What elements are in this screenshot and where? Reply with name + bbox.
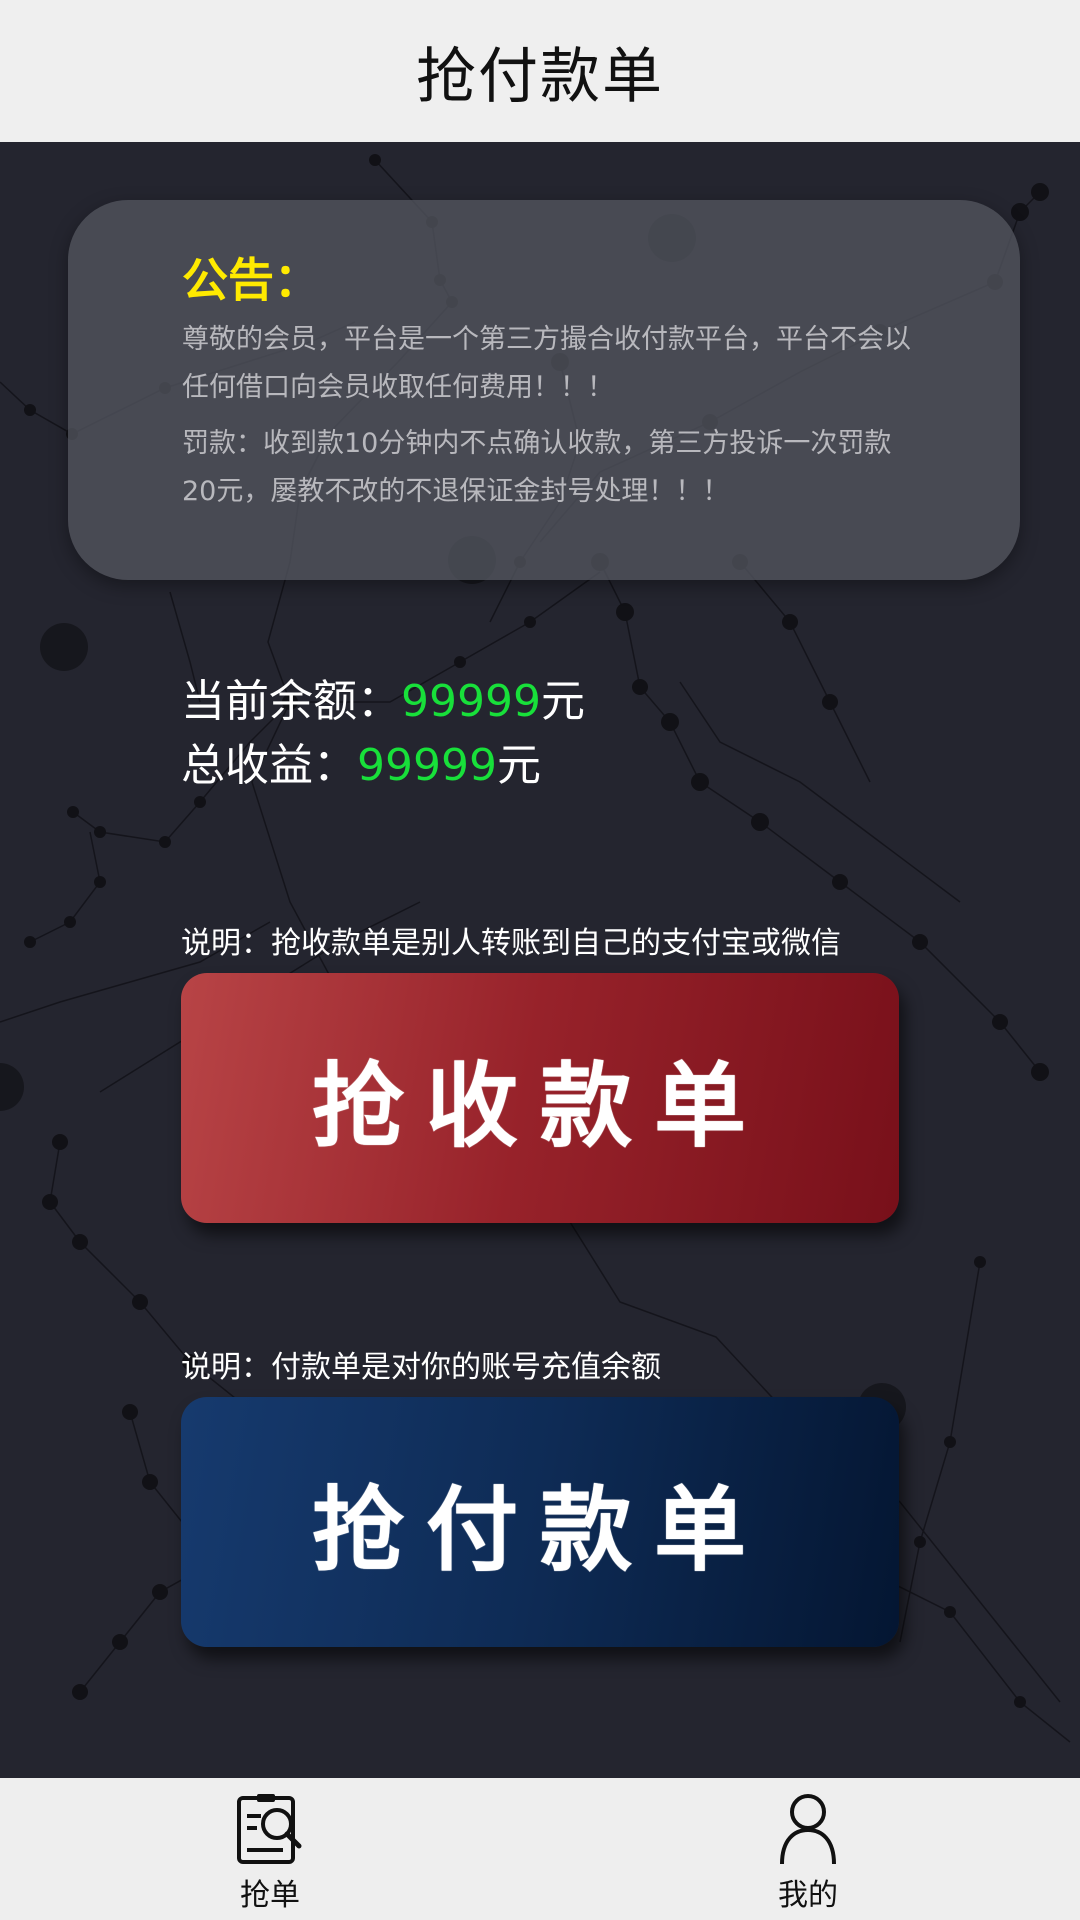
current-balance-row: 当前余额：99999元 xyxy=(181,670,585,734)
grab-pay-order-label: 抢付款单 xyxy=(311,1476,768,1584)
page-title: 抢付款单 xyxy=(416,41,664,112)
notice-title: 公告： xyxy=(182,253,320,307)
total-earnings-row: 总收益：99999元 xyxy=(181,734,585,798)
header-bar: 抢付款单 xyxy=(0,0,1080,142)
current-balance-unit: 元 xyxy=(540,676,585,727)
current-balance-label: 当前余额： xyxy=(181,676,401,727)
bottom-nav: 抢单 我的 xyxy=(0,1778,1080,1920)
order-search-icon xyxy=(237,1794,302,1864)
nav-label-grab-order: 抢单 xyxy=(240,1878,300,1913)
notice-card: 公告： 尊敬的会员，平台是一个第三方撮合收付款平台，平台不会以任何借口向会员收取… xyxy=(68,200,1020,580)
grab-receive-order-label: 抢收款单 xyxy=(311,1052,768,1160)
grab-receive-order-button[interactable]: 抢收款单 xyxy=(181,973,899,1223)
total-earnings-value: 99999 xyxy=(357,740,497,791)
pay-order-note: 说明：付款单是对你的账号充值余额 xyxy=(181,1350,661,1385)
notice-paragraph-2: 罚款：收到款10分钟内不点确认收款，第三方投诉一次罚款20元，屡教不改的不退保证… xyxy=(182,428,892,507)
receive-order-note: 说明：抢收款单是别人转账到自己的支付宝或微信 xyxy=(181,926,841,961)
app-root: 抢付款单 公告： 尊敬的会员，平台是一个第三方撮合收付款平台，平台不会以任何借口… xyxy=(0,0,1080,1920)
balance-summary: 当前余额：99999元 总收益：99999元 xyxy=(181,670,585,798)
grab-pay-order-button[interactable]: 抢付款单 xyxy=(181,1397,899,1647)
total-earnings-unit: 元 xyxy=(496,740,541,791)
user-profile-icon xyxy=(780,1794,836,1865)
current-balance-value: 99999 xyxy=(401,676,541,727)
nav-label-profile: 我的 xyxy=(778,1878,838,1913)
notice-paragraph-1: 尊敬的会员，平台是一个第三方撮合收付款平台，平台不会以任何借口向会员收取任何费用… xyxy=(182,324,911,403)
nav-item-grab-order[interactable]: 抢单 xyxy=(170,1778,370,1920)
nav-item-profile[interactable]: 我的 xyxy=(708,1778,908,1920)
total-earnings-label: 总收益： xyxy=(181,740,357,791)
